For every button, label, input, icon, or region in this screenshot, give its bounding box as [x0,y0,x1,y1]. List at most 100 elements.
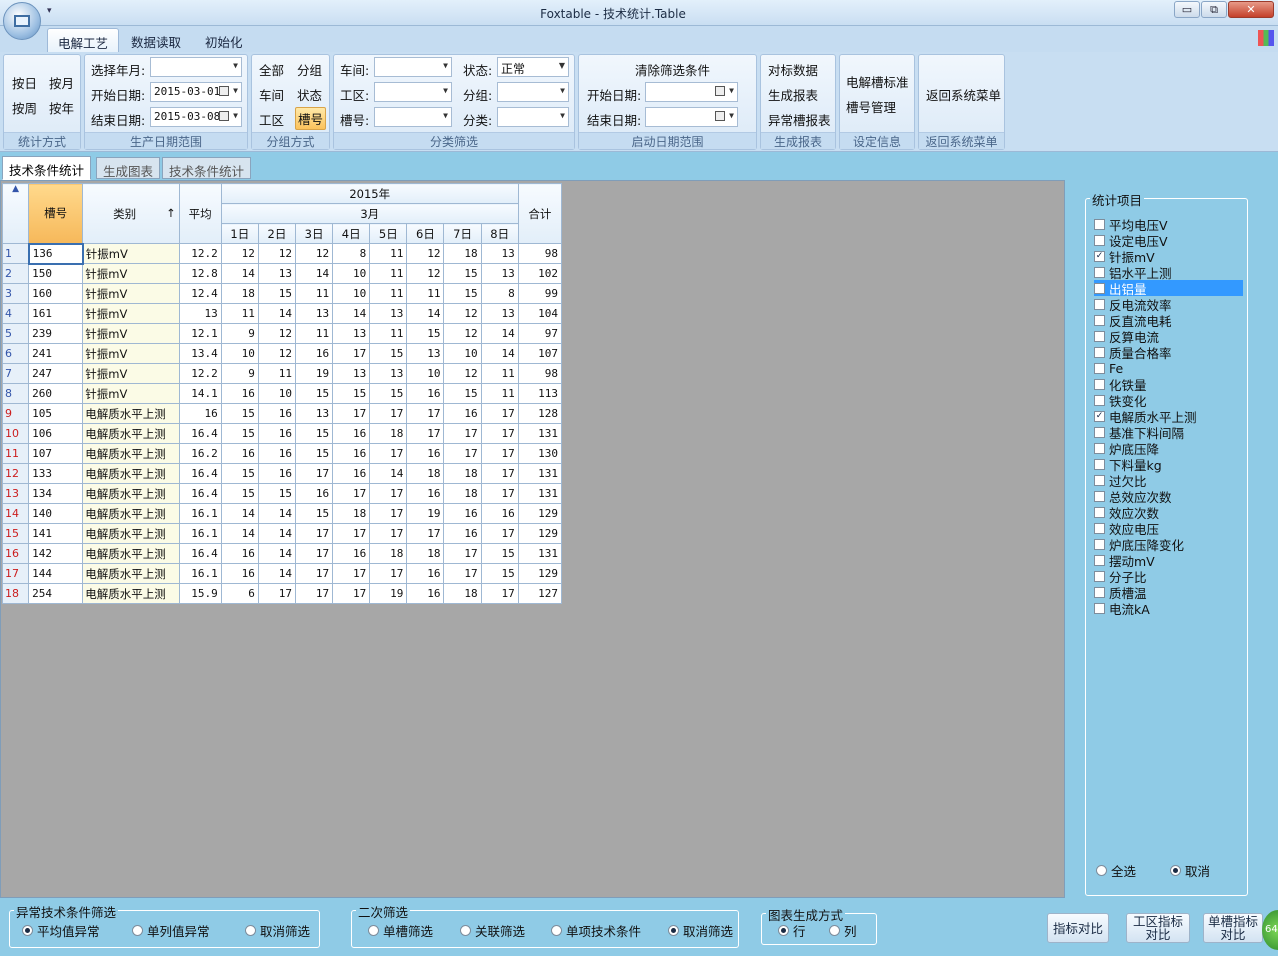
table-row[interactable]: 3 160 针振mV 12.4 18 15 11 10 11 11 15 8 99 [1,283,563,304]
cell-day-value[interactable]: 17 [480,463,519,484]
cell-day-value[interactable]: 17 [480,523,519,544]
cell-day-value[interactable]: 17 [443,543,482,564]
cell-avg[interactable]: 16 [178,403,222,424]
cell-category[interactable]: 电解质水平上测 [82,483,180,504]
abnormal-report-button[interactable]: 异常槽报表 [768,110,831,129]
cell-day-value[interactable]: 15 [294,383,334,404]
cell-day-value[interactable]: 15 [480,543,519,564]
cell-day-value[interactable]: 13 [332,363,371,384]
cell-day-value[interactable]: 12 [406,243,445,264]
table-row[interactable]: 14 140 电解质水平上测 16.1 14 14 15 18 17 19 16 16 129 [1,503,563,524]
cell-avg[interactable]: 12.2 [178,363,222,384]
cell-category[interactable]: 电解质水平上测 [82,403,180,424]
back-to-menu-button[interactable]: 返回系统菜单 [926,85,1001,104]
clear-filter-button[interactable]: 清除筛选条件 [635,60,710,79]
cell-day-value[interactable]: 17 [332,563,371,584]
by-year-button[interactable]: 按年 [49,98,74,117]
table-row[interactable]: 2 150 针振mV 12.8 14 13 14 10 11 12 15 13 102 [1,263,563,284]
cell-day-value[interactable]: 13 [369,363,408,384]
index-compare-button[interactable]: 指标对比 [1047,913,1109,943]
generate-report-button[interactable]: 生成报表 [768,85,818,104]
cell-day-value[interactable]: 12 [443,363,482,384]
table-row[interactable]: 9 105 电解质水平上测 16 15 16 13 17 17 17 16 17 128 [1,403,563,424]
row-number[interactable]: 13 [1,483,30,504]
col-header-day[interactable]: 8日 [480,223,519,244]
cell-day-value[interactable]: 16 [406,483,445,504]
cell-slot[interactable]: 141 [28,523,84,544]
cell-day-value[interactable]: 17 [480,443,519,464]
cell-avg[interactable]: 16.4 [178,463,222,484]
cell-day-value[interactable]: 13 [406,343,445,364]
cell-day-value[interactable]: 17 [332,403,371,424]
cell-day-value[interactable]: 11 [369,263,408,284]
row-number[interactable]: 16 [1,543,30,564]
cell-category[interactable]: 电解质水平上测 [82,503,180,524]
cell-total[interactable]: 128 [517,403,563,424]
start-date-picker[interactable]: 2015-03-01 ▼ [150,82,242,102]
cell-avg[interactable]: 12.4 [178,283,222,304]
cell-day-value[interactable]: 16 [257,443,296,464]
cell-day-value[interactable]: 11 [294,283,334,304]
cell-day-value[interactable]: 15 [443,283,482,304]
col-header-avg[interactable]: 平均 [178,183,222,244]
cell-day-value[interactable]: 17 [480,483,519,504]
table-row[interactable]: 15 141 电解质水平上测 16.1 14 14 17 17 17 17 16 17 129 [1,523,563,544]
cell-category[interactable]: 电解质水平上测 [82,563,180,584]
related-filter-radio[interactable]: 关联筛选 [460,921,525,940]
end-date-picker[interactable]: 2015-03-08 ▼ [150,107,242,127]
cell-day-value[interactable]: 15 [294,423,334,444]
table-row[interactable]: 4 161 针振mV 13 11 14 13 14 13 14 12 13 104 [1,303,563,324]
cell-day-value[interactable]: 6 [220,583,259,604]
cell-day-value[interactable]: 17 [332,483,371,504]
table-row[interactable]: 17 144 电解质水平上测 16.1 16 14 17 17 17 16 17 15 129 [1,563,563,584]
by-day-button[interactable]: 按日 [12,73,37,92]
cell-day-value[interactable]: 16 [257,423,296,444]
cell-day-value[interactable]: 17 [332,343,371,364]
cell-day-value[interactable]: 13 [480,263,519,284]
cell-day-value[interactable]: 17 [294,543,334,564]
single-col-abnormal-radio[interactable]: 单列值异常 [132,921,210,940]
group-workshop-button[interactable]: 车间 [259,85,284,104]
cell-category[interactable]: 针振mV [82,283,180,304]
cell-day-value[interactable]: 15 [220,483,259,504]
cell-day-value[interactable]: 16 [443,523,482,544]
cell-day-value[interactable]: 11 [369,243,408,264]
slot-select[interactable]: ▼ [374,107,452,127]
cell-total[interactable]: 129 [517,563,563,584]
cell-day-value[interactable]: 18 [443,583,482,604]
table-row[interactable]: 12 133 电解质水平上测 16.4 15 16 17 16 14 18 18 17 131 [1,463,563,484]
cell-day-value[interactable]: 14 [480,343,519,364]
area-select[interactable]: ▼ [374,82,452,102]
close-button[interactable]: ✕ [1228,1,1274,18]
cell-day-value[interactable]: 13 [332,323,371,344]
cell-day-value[interactable]: 16 [406,443,445,464]
cell-day-value[interactable]: 12 [294,243,334,264]
cell-day-value[interactable]: 15 [257,283,296,304]
subgroup-select[interactable]: ▼ [497,82,569,102]
cell-total[interactable]: 131 [517,463,563,484]
row-number[interactable]: 9 [1,403,30,424]
row-number[interactable]: 10 [1,423,30,444]
status-select[interactable]: 正常 ▼ [497,57,569,77]
group-all-button[interactable]: 全部 [259,60,284,79]
cancel-abnormal-radio[interactable]: 取消筛选 [245,921,310,940]
cell-day-value[interactable]: 13 [294,403,334,424]
cell-day-value[interactable]: 14 [257,543,296,564]
cell-slot[interactable]: 140 [28,503,84,524]
cell-total[interactable]: 131 [517,483,563,504]
cell-day-value[interactable]: 17 [443,563,482,584]
row-number[interactable]: 2 [1,263,30,284]
cell-day-value[interactable]: 17 [257,583,296,604]
col-header-day[interactable]: 4日 [332,223,371,244]
users-icon[interactable] [1258,30,1274,46]
cell-day-value[interactable]: 18 [369,423,408,444]
table-row[interactable]: 11 107 电解质水平上测 16.2 16 16 15 16 17 16 17 17 130 [1,443,563,464]
cell-total[interactable]: 131 [517,423,563,444]
by-month-button[interactable]: 按月 [49,73,74,92]
cell-day-value[interactable]: 17 [369,403,408,424]
row-number[interactable]: 7 [1,363,30,384]
table-row[interactable]: 10 106 电解质水平上测 16.4 15 16 15 16 18 17 17 17 131 [1,423,563,444]
row-number[interactable]: 14 [1,503,30,524]
group-status-button[interactable]: 状态 [297,85,322,104]
stat-item-checkbox[interactable]: 质量合格率 [1094,344,1172,361]
